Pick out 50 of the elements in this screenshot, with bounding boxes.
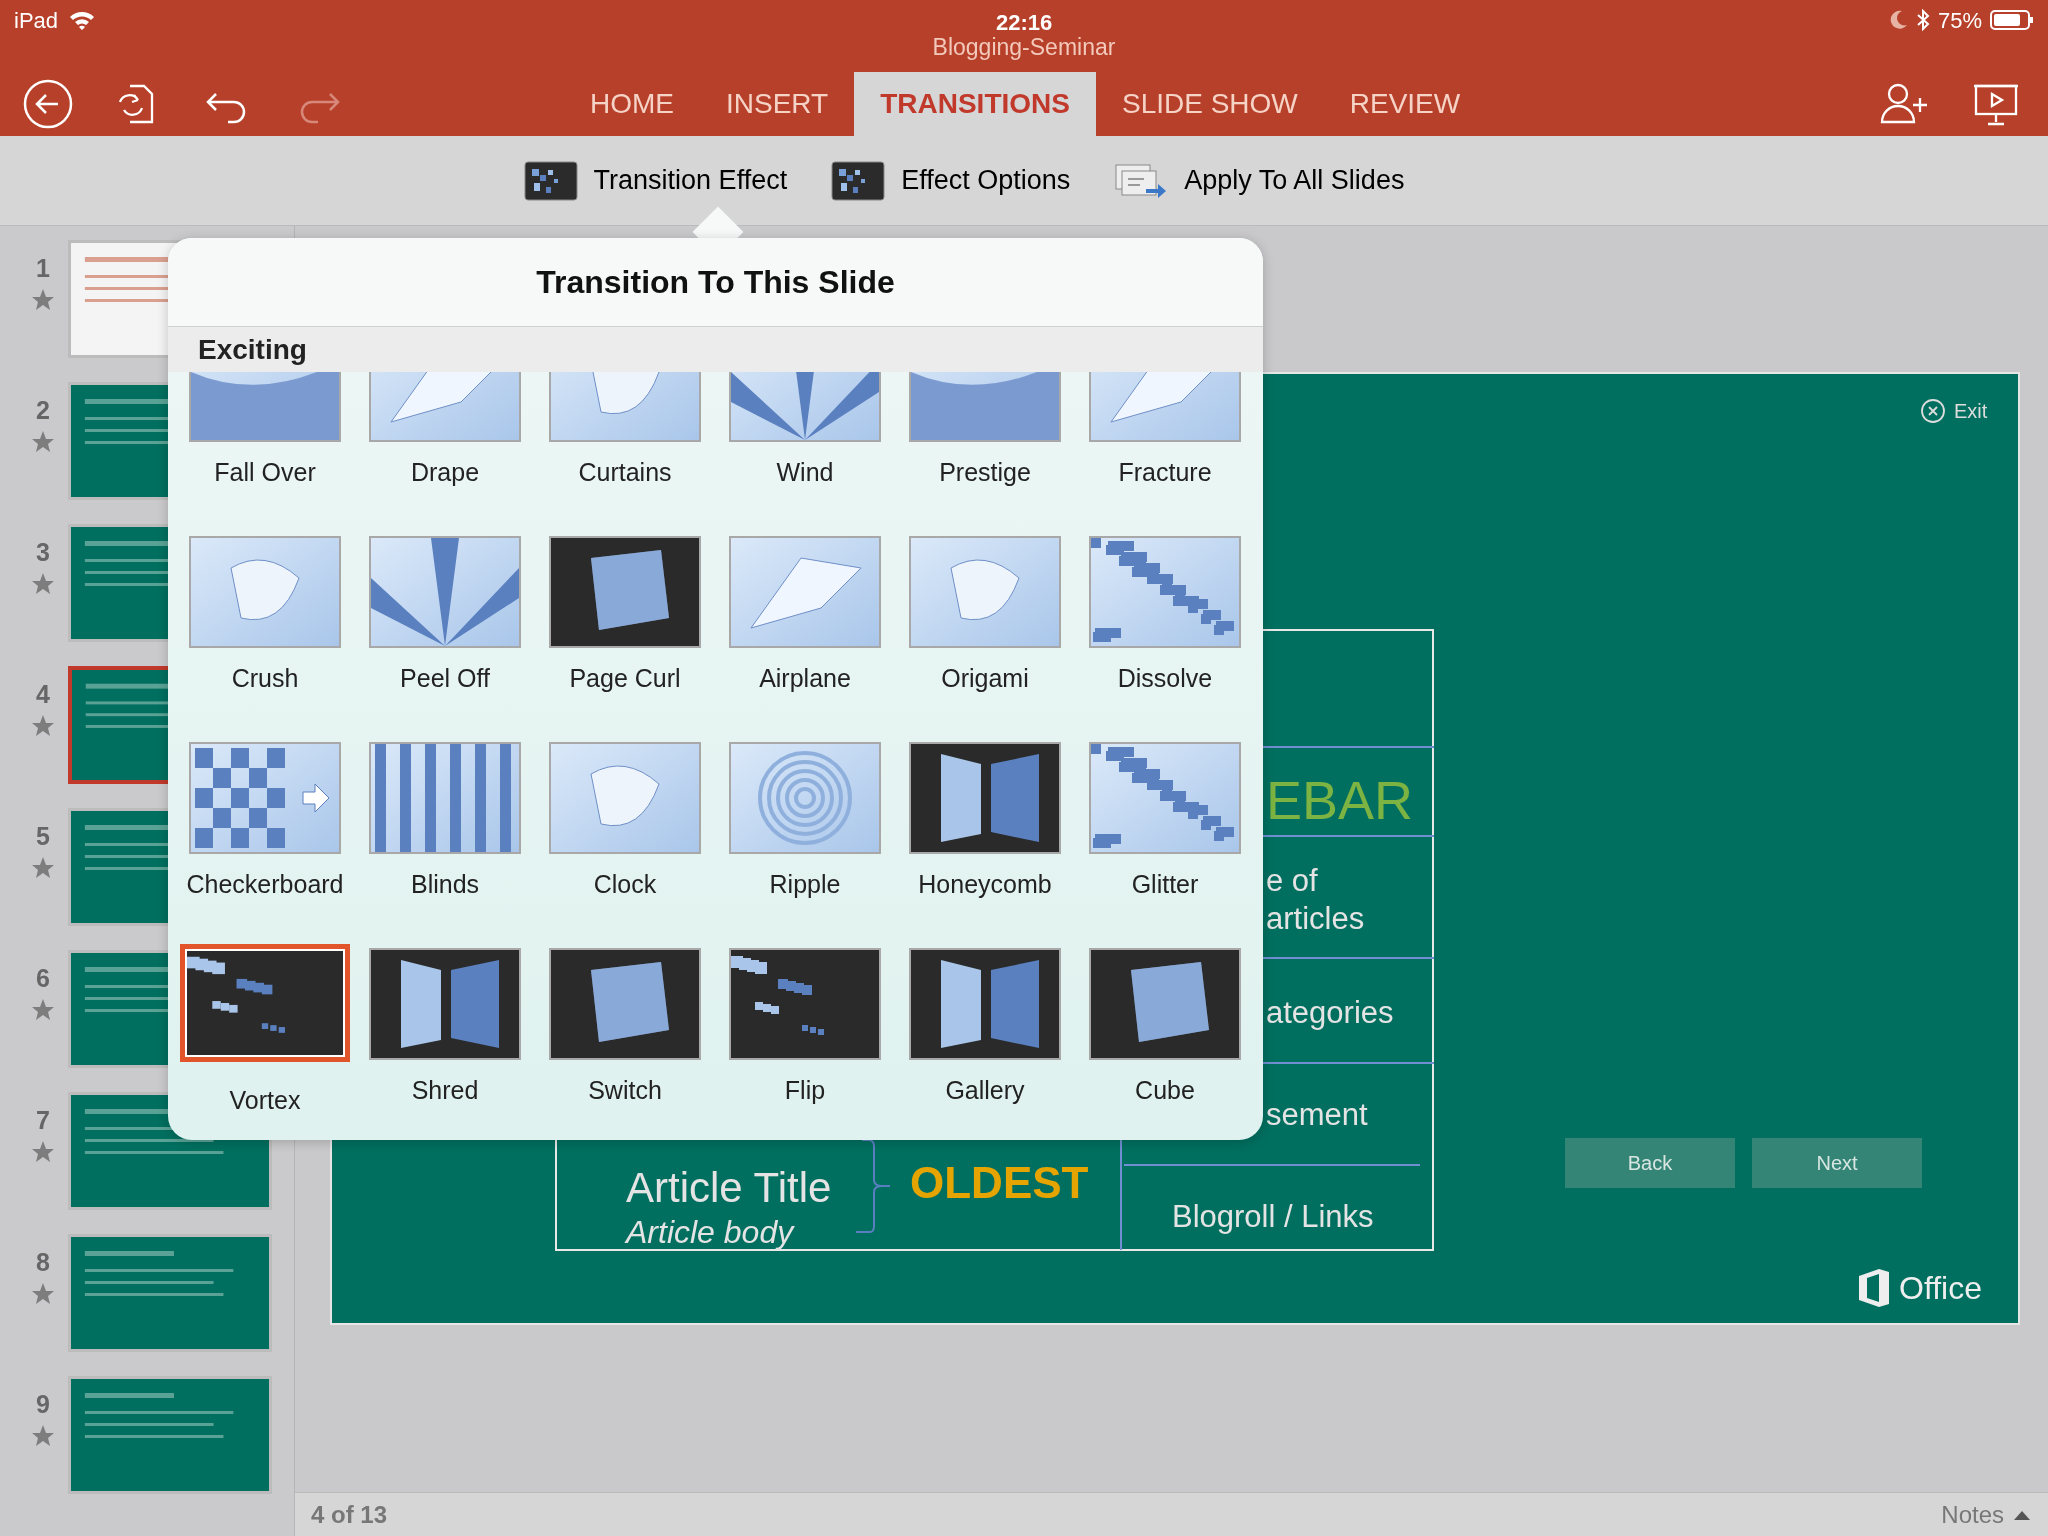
- transition-label: Shred: [411, 1075, 479, 1106]
- transition-label: Clock: [593, 869, 657, 900]
- slide-position: 4 of 13: [311, 1499, 388, 1530]
- transition-label: Checkerboard: [186, 869, 344, 900]
- heading-fragment: EBAR: [1266, 769, 1414, 832]
- transition-label: Fall Over: [214, 457, 316, 488]
- transition-label: Drape: [410, 457, 480, 488]
- transition-label: Gallery: [945, 1075, 1025, 1106]
- slide-number: 9: [35, 1389, 51, 1420]
- slide-number: 6: [35, 963, 51, 994]
- slide-number: 7: [35, 1105, 51, 1136]
- transition-label: Vortex: [229, 1085, 301, 1116]
- text-fragment: sement: [1266, 1096, 1368, 1134]
- transition-label: Crush: [231, 663, 299, 694]
- logo-text: Office: [1899, 1269, 1982, 1308]
- article-body: Article body: [626, 1213, 794, 1252]
- age-label: OLDEST: [910, 1157, 1089, 1209]
- document-title: Blogging-Seminar: [931, 34, 1117, 61]
- slide-number: 1: [35, 253, 51, 284]
- transition-label: Switch: [588, 1075, 662, 1106]
- transition-label: Dissolve: [1117, 663, 1213, 694]
- slide-number: 4: [35, 679, 51, 710]
- transition-label: Airplane: [759, 663, 851, 694]
- text-fragment: articles: [1266, 900, 1365, 938]
- slide-number: 8: [35, 1247, 51, 1278]
- battery-level: 75%: [1937, 6, 1982, 35]
- device-name: iPad: [14, 6, 59, 35]
- transition-label: Cube: [1135, 1075, 1195, 1106]
- transition-label: Prestige: [939, 457, 1031, 488]
- transition-label: Glitter: [1131, 869, 1199, 900]
- section-header: Exciting: [198, 332, 307, 367]
- transition-label: Origami: [941, 663, 1029, 694]
- popover-title: Transition To This Slide: [536, 263, 895, 302]
- text-fragment: e of: [1266, 862, 1318, 900]
- text-fragment: ategories: [1266, 994, 1394, 1032]
- transition-label: Ripple: [769, 869, 841, 900]
- transition-label: Page Curl: [569, 663, 681, 694]
- slide-number: 5: [35, 821, 51, 852]
- transition-label: Curtains: [578, 457, 672, 488]
- transition-label: Honeycomb: [918, 869, 1052, 900]
- transition-label: Blinds: [410, 869, 480, 900]
- transition-label: Flip: [784, 1075, 826, 1106]
- transition-label: Peel Off: [400, 663, 490, 694]
- slide-number: 3: [35, 537, 51, 568]
- transition-label: Wind: [776, 457, 834, 488]
- article-title: Article Title: [626, 1163, 832, 1213]
- transition-label: Fracture: [1118, 457, 1212, 488]
- clock-time: 22:16: [996, 9, 1053, 37]
- slide-number: 2: [35, 395, 51, 426]
- blogroll-link-text: Blogroll / Links: [1172, 1198, 1374, 1236]
